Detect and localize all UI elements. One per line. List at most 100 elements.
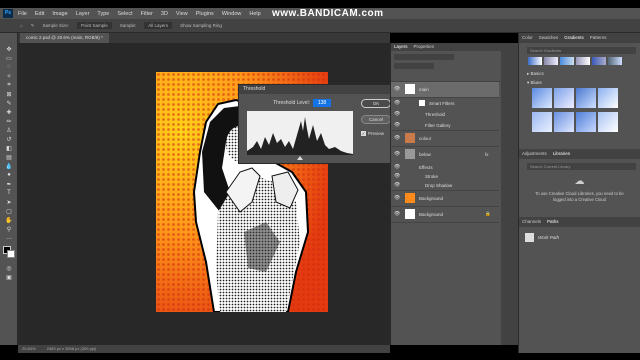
eye-icon[interactable]: 👁 (394, 122, 400, 128)
more-tools-icon[interactable]: … (4, 234, 14, 242)
path-select-icon[interactable]: ➤ (4, 198, 14, 206)
menu-edit[interactable]: Edit (35, 11, 44, 17)
library-search-input[interactable]: Search Current Library (527, 163, 636, 170)
sample-select[interactable]: All Layers (144, 22, 173, 29)
menu-window[interactable]: Window (222, 11, 242, 17)
path-row[interactable]: Work Path (525, 231, 634, 243)
gradient-group-basics[interactable]: ▸ Basics (527, 71, 632, 77)
menu-filter[interactable]: Filter (141, 11, 153, 17)
menu-view[interactable]: View (176, 11, 188, 17)
menu-file[interactable]: File (18, 11, 27, 17)
move-tool-icon[interactable]: ✥ (4, 45, 14, 53)
gradient-swatch[interactable] (532, 88, 552, 108)
frame-tool-icon[interactable]: ⊠ (4, 90, 14, 98)
menu-image[interactable]: Image (52, 11, 67, 17)
dodge-tool-icon[interactable]: ● (4, 171, 14, 179)
layer-row[interactable]: 👁 Filter Gallery (391, 120, 499, 131)
menu-select[interactable]: Select (117, 11, 132, 17)
tab-channels[interactable]: Channels (522, 217, 541, 227)
gradient-preset[interactable] (544, 57, 558, 65)
hand-tool-icon[interactable]: ✋ (4, 216, 14, 224)
layer-row[interactable]: 👁 below fx (391, 147, 499, 163)
show-sampling-ring-checkbox[interactable]: Show Sampling Ring (180, 23, 222, 28)
tab-adjustments[interactable]: Adjustments (522, 149, 547, 159)
eye-icon[interactable]: 👁 (394, 135, 400, 141)
menu-type[interactable]: Type (97, 11, 109, 17)
pen-tool-icon[interactable]: ✒ (4, 180, 14, 188)
layer-row[interactable]: 👁 colour (391, 131, 499, 147)
eye-icon[interactable]: 👁 (394, 100, 400, 106)
cancel-button[interactable]: Cancel (361, 115, 391, 124)
layer-row[interactable]: 👁 Background (391, 191, 499, 207)
eye-icon[interactable]: 👁 (394, 195, 400, 201)
eye-icon[interactable]: 👁 (394, 182, 400, 188)
eye-icon[interactable]: 👁 (394, 211, 400, 217)
gradient-preset[interactable] (592, 57, 606, 65)
gradient-search-input[interactable]: Search Gradients (527, 47, 636, 54)
menu-plugins[interactable]: Plugins (196, 11, 214, 17)
zoom-tool-icon[interactable]: ⚲ (4, 225, 14, 233)
tab-gradients[interactable]: Gradients (564, 33, 584, 43)
shape-tool-icon[interactable]: ▢ (4, 207, 14, 215)
lasso-tool-icon[interactable]: ◌ (4, 63, 14, 71)
gradient-preset[interactable] (560, 57, 574, 65)
quick-mask-icon[interactable]: ◎ (4, 264, 14, 272)
gradient-swatch[interactable] (532, 112, 552, 132)
stamp-tool-icon[interactable]: ♙ (4, 126, 14, 134)
gradient-swatch[interactable] (554, 88, 574, 108)
layer-filter-select[interactable] (394, 54, 454, 60)
eye-icon[interactable]: 👁 (394, 173, 400, 179)
eraser-tool-icon[interactable]: ◧ (4, 144, 14, 152)
threshold-level-input[interactable]: 138 (313, 99, 331, 107)
eye-icon[interactable]: 👁 (394, 151, 400, 157)
gradient-tool-icon[interactable]: ▤ (4, 153, 14, 161)
gradient-swatch[interactable] (598, 88, 618, 108)
blur-tool-icon[interactable]: 💧 (4, 162, 14, 170)
tab-color[interactable]: Color (522, 33, 533, 43)
document-tab[interactable]: comic 2.psd @ 20.6% (main, RGB/8) * (20, 33, 109, 43)
sample-size-select[interactable]: Point Sample (77, 22, 112, 29)
threshold-histogram[interactable] (247, 111, 353, 155)
home-icon[interactable]: ⌂ (20, 23, 23, 28)
history-brush-icon[interactable]: ↺ (4, 135, 14, 143)
gradient-swatch[interactable] (576, 112, 596, 132)
screen-mode-icon[interactable]: ▣ (4, 273, 14, 281)
blend-mode-select[interactable] (394, 63, 434, 69)
layer-row[interactable]: 👁 Effects (391, 163, 499, 172)
layer-row[interactable]: 👁 Threshold (391, 109, 499, 120)
menu-3d[interactable]: 3D (161, 11, 168, 17)
preview-checkbox[interactable]: ✓ (361, 131, 366, 136)
ok-button[interactable]: OK (361, 99, 391, 108)
layer-row[interactable]: 👁 Smart Filters (391, 98, 499, 109)
layer-row[interactable]: 👁 main (391, 82, 499, 98)
threshold-slider-handle[interactable] (297, 156, 303, 160)
gradient-swatch[interactable] (598, 112, 618, 132)
layer-row[interactable]: 👁 Drop Shadow (391, 181, 499, 191)
menu-layer[interactable]: Layer (76, 11, 90, 17)
eye-icon[interactable]: 👁 (394, 86, 400, 92)
eye-icon[interactable]: 👁 (394, 164, 400, 170)
eye-icon[interactable]: 👁 (394, 111, 400, 117)
tab-properties[interactable]: Properties (414, 43, 435, 51)
crop-tool-icon[interactable]: ⌗ (4, 81, 14, 89)
layer-row[interactable]: 👁 Background 🔒 (391, 207, 499, 223)
gradient-swatch[interactable] (576, 88, 596, 108)
zoom-level[interactable]: 20.83% (22, 346, 36, 351)
healing-tool-icon[interactable]: ✚ (4, 108, 14, 116)
tab-swatches[interactable]: Swatches (539, 33, 559, 43)
quick-select-tool-icon[interactable]: ✧ (4, 72, 14, 80)
fx-icon[interactable]: fx (485, 152, 489, 157)
color-swatches-icon[interactable] (3, 246, 15, 260)
gradient-swatch[interactable] (554, 112, 574, 132)
gradient-preset[interactable] (528, 57, 542, 65)
layer-row[interactable]: 👁 Stroke (391, 172, 499, 181)
eyedropper-icon[interactable]: ✎ (31, 23, 35, 29)
gradient-preset[interactable] (608, 57, 622, 65)
gradient-group-blues[interactable]: ▾ Blues (527, 80, 632, 86)
tab-layers[interactable]: Layers (394, 43, 408, 51)
marquee-tool-icon[interactable]: ▭ (4, 54, 14, 62)
tab-patterns[interactable]: Patterns (590, 33, 607, 43)
type-tool-icon[interactable]: T (4, 189, 14, 197)
eyedropper-tool-icon[interactable]: ✎ (4, 99, 14, 107)
brush-tool-icon[interactable]: ✏ (4, 117, 14, 125)
